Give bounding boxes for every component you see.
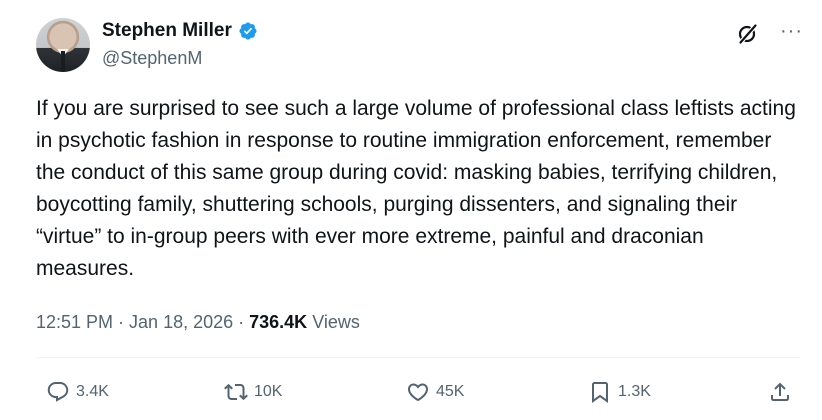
tweet-time[interactable]: 12:51 PM: [36, 312, 113, 333]
author-name-row[interactable]: Stephen Miller: [102, 20, 258, 42]
avatar[interactable]: [36, 18, 90, 72]
reply-count: 3.4K: [76, 383, 109, 400]
meta-separator: ·: [118, 312, 125, 332]
reply-button[interactable]: 3.4K: [46, 374, 109, 410]
more-icon[interactable]: ···: [780, 21, 802, 42]
author-handle[interactable]: @StephenM: [102, 48, 202, 69]
like-count: 45K: [436, 383, 465, 400]
repost-count: 10K: [254, 383, 283, 400]
tweet-text: If you are surprised to see such a large…: [36, 97, 802, 280]
views-count[interactable]: 736.4K: [249, 312, 307, 333]
tweet-meta: 12:51 PM · Jan 18, 2026 · 736.4K Views: [36, 312, 360, 333]
tweet-date[interactable]: Jan 18, 2026: [129, 312, 233, 333]
verified-badge-icon[interactable]: [238, 21, 258, 41]
action-bar: 3.4K 10K 45K 1.3K: [36, 374, 800, 410]
repost-button[interactable]: 10K: [224, 374, 282, 410]
author-name[interactable]: Stephen Miller: [102, 20, 232, 42]
views-label[interactable]: Views: [312, 312, 360, 333]
repost-icon: [224, 383, 248, 401]
tweet-header: Stephen Miller @StephenM ···: [36, 18, 802, 76]
meta-separator: ·: [238, 312, 245, 332]
bookmark-count: 1.3K: [618, 383, 651, 400]
like-button[interactable]: 45K: [406, 374, 464, 410]
bookmark-icon: [592, 382, 608, 403]
share-icon: [771, 382, 789, 401]
divider: [36, 357, 800, 358]
reply-icon: [47, 382, 69, 402]
grok-icon[interactable]: [736, 22, 760, 46]
bookmark-button[interactable]: 1.3K: [588, 374, 651, 410]
heart-icon: [407, 383, 429, 402]
avatar-tie: [61, 51, 65, 71]
share-button[interactable]: [768, 374, 792, 410]
